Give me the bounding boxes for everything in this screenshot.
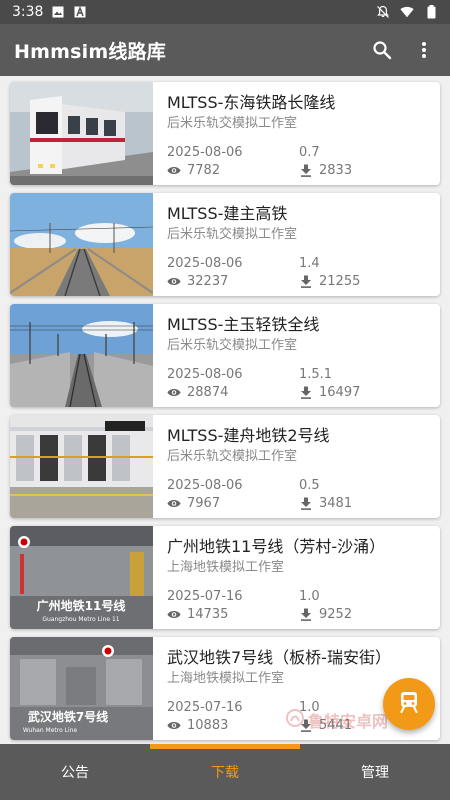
route-card-body: MLTSS-建主高铁 后米乐轨交模拟工作室 2025-08-06 1.4 322… xyxy=(153,193,440,296)
route-thumbnail xyxy=(10,193,153,296)
route-downloads: 2833 xyxy=(319,162,353,178)
route-author: 后米乐轨交模拟工作室 xyxy=(167,338,298,353)
download-icon xyxy=(299,163,313,177)
route-thumbnail xyxy=(10,415,153,518)
route-views: 7782 xyxy=(187,162,221,178)
route-views: 10883 xyxy=(187,717,229,733)
route-card-body: MLTSS-建舟地铁2号线 后米乐轨交模拟工作室 2025-08-06 0.5 … xyxy=(153,415,440,518)
route-views: 7967 xyxy=(187,495,221,511)
eye-icon xyxy=(167,274,181,288)
route-thumbnail: 广州地铁11号线 Guangzhou Metro Line 11 xyxy=(10,526,153,629)
route-downloads: 5441 xyxy=(319,717,353,733)
thumb-caption-en: Wuhan Metro Line xyxy=(23,727,78,734)
route-author: 上海地铁模拟工作室 xyxy=(167,560,285,575)
route-date: 2025-08-06 xyxy=(167,366,243,382)
eye-icon xyxy=(167,163,181,177)
route-author: 后米乐轨交模拟工作室 xyxy=(167,227,298,242)
font-icon xyxy=(73,5,87,19)
route-version: 0.5 xyxy=(299,477,320,493)
train-icon xyxy=(399,691,419,717)
route-card[interactable]: 武汉地铁7号线 Wuhan Metro Line 武汉地铁7号线（板桥-瑞安街）… xyxy=(10,637,440,740)
route-card-body: 广州地铁11号线（芳村-沙涌） 上海地铁模拟工作室 2025-07-16 1.0… xyxy=(153,526,440,629)
eye-icon xyxy=(167,385,181,399)
route-downloads: 3481 xyxy=(319,495,353,511)
route-card[interactable]: MLTSS-建舟地铁2号线 后米乐轨交模拟工作室 2025-08-06 0.5 … xyxy=(10,415,440,518)
download-icon xyxy=(299,496,313,510)
route-card[interactable]: MLTSS-东海铁路长隆线 后米乐轨交模拟工作室 2025-08-06 0.7 … xyxy=(10,82,440,185)
route-card[interactable]: MLTSS-主玉轻铁全线 后米乐轨交模拟工作室 2025-08-06 1.5.1… xyxy=(10,304,440,407)
app-actions xyxy=(370,38,436,62)
route-meta: 2025-07-16 1.0 14735 9252 xyxy=(167,587,427,623)
route-title: 武汉地铁7号线（板桥-瑞安街） xyxy=(167,648,391,667)
app-bar: Hmmsim线路库 xyxy=(0,24,450,76)
route-title: MLTSS-建舟地铁2号线 xyxy=(167,426,330,445)
route-card-body: MLTSS-主玉轻铁全线 后米乐轨交模拟工作室 2025-08-06 1.5.1… xyxy=(153,304,440,407)
route-version: 1.0 xyxy=(299,699,320,715)
thumb-caption-en: Guangzhou Metro Line 11 xyxy=(42,616,119,623)
wifi-icon xyxy=(400,5,414,19)
route-title: 广州地铁11号线（芳村-沙涌） xyxy=(167,537,386,556)
route-date: 2025-07-16 xyxy=(167,588,243,604)
eye-icon xyxy=(167,607,181,621)
route-version: 0.7 xyxy=(299,144,320,160)
image-icon xyxy=(51,5,65,19)
eye-icon xyxy=(167,718,181,732)
route-meta: 2025-08-06 0.5 7967 3481 xyxy=(167,476,427,512)
route-title: MLTSS-建主高铁 xyxy=(167,204,288,223)
route-downloads: 21255 xyxy=(319,273,361,289)
eye-icon xyxy=(167,496,181,510)
train-fab[interactable] xyxy=(383,678,435,730)
notifications-off-icon xyxy=(376,5,390,19)
route-views: 28874 xyxy=(187,384,229,400)
route-date: 2025-08-06 xyxy=(167,144,243,160)
route-date: 2025-08-06 xyxy=(167,477,243,493)
search-icon[interactable] xyxy=(370,38,394,62)
route-author: 后米乐轨交模拟工作室 xyxy=(167,116,298,131)
nav-download[interactable]: 下载 xyxy=(150,744,300,800)
nav-manage[interactable]: 管理 xyxy=(300,744,450,800)
status-bar: 3:38 xyxy=(0,0,450,24)
route-author: 后米乐轨交模拟工作室 xyxy=(167,449,298,464)
more-vert-icon[interactable] xyxy=(412,38,436,62)
route-meta: 2025-08-06 1.4 32237 21255 xyxy=(167,254,427,290)
route-version: 1.5.1 xyxy=(299,366,333,382)
download-icon xyxy=(299,385,313,399)
battery-icon xyxy=(424,5,438,19)
route-card[interactable]: MLTSS-建主高铁 后米乐轨交模拟工作室 2025-08-06 1.4 322… xyxy=(10,193,440,296)
route-card-body: MLTSS-东海铁路长隆线 后米乐轨交模拟工作室 2025-08-06 0.7 … xyxy=(153,82,440,185)
route-views: 32237 xyxy=(187,273,229,289)
route-thumbnail xyxy=(10,82,153,185)
app-title: Hmmsim线路库 xyxy=(14,40,166,63)
download-icon xyxy=(299,607,313,621)
route-list[interactable]: MLTSS-东海铁路长隆线 后米乐轨交模拟工作室 2025-08-06 0.7 … xyxy=(0,76,450,744)
route-title: MLTSS-东海铁路长隆线 xyxy=(167,93,336,112)
status-left: 3:38 xyxy=(12,4,87,20)
download-icon xyxy=(299,274,313,288)
route-date: 2025-08-06 xyxy=(167,255,243,271)
route-downloads: 9252 xyxy=(319,606,353,622)
route-version: 1.4 xyxy=(299,255,320,271)
bottom-nav: 公告 下载 管理 xyxy=(0,744,450,800)
route-date: 2025-07-16 xyxy=(167,699,243,715)
route-downloads: 16497 xyxy=(319,384,361,400)
download-icon xyxy=(299,718,313,732)
route-version: 1.0 xyxy=(299,588,320,604)
route-views: 14735 xyxy=(187,606,229,622)
thumb-caption: 广州地铁11号线 xyxy=(37,598,126,613)
route-title: MLTSS-主玉轻铁全线 xyxy=(167,315,320,334)
thumb-caption: 武汉地铁7号线 xyxy=(28,709,108,724)
status-time: 3:38 xyxy=(12,4,44,20)
route-meta: 2025-08-06 0.7 7782 2833 xyxy=(167,143,427,179)
status-right xyxy=(376,5,438,19)
route-thumbnail xyxy=(10,304,153,407)
route-thumbnail: 武汉地铁7号线 Wuhan Metro Line xyxy=(10,637,153,740)
route-card[interactable]: 广州地铁11号线 Guangzhou Metro Line 11 广州地铁11号… xyxy=(10,526,440,629)
route-meta: 2025-08-06 1.5.1 28874 16497 xyxy=(167,365,427,401)
nav-announcements[interactable]: 公告 xyxy=(0,744,150,800)
